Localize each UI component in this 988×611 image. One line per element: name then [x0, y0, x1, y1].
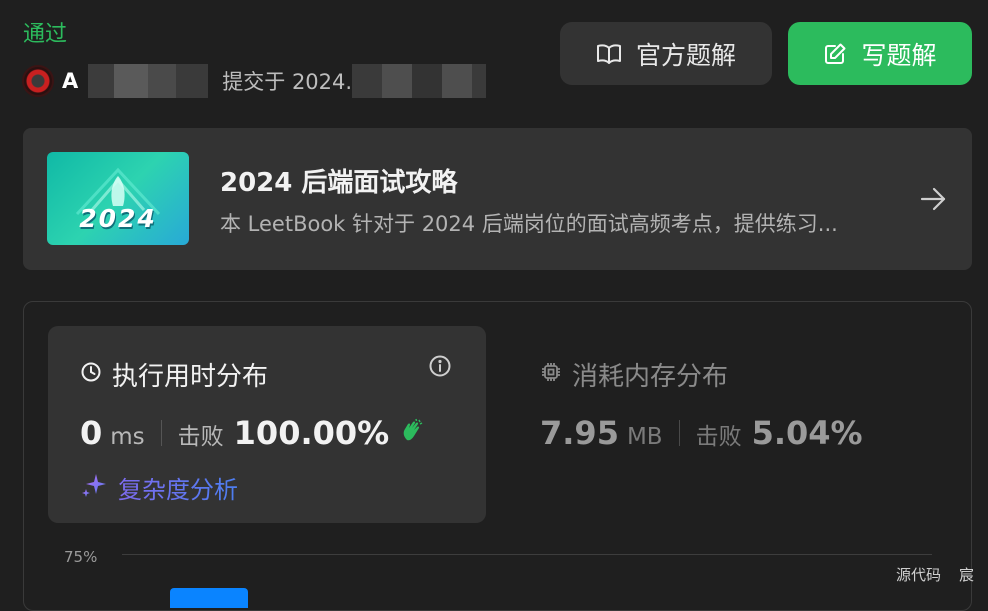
promo-thumbnail-year: 2024 [79, 204, 157, 233]
chart-bar[interactable] [170, 588, 248, 608]
tab-source-code[interactable]: 源代码 [896, 564, 941, 585]
runtime-value: 0 [80, 414, 103, 452]
chart-gridline [122, 554, 932, 555]
username-initial[interactable]: A [62, 69, 78, 93]
chip-icon [540, 360, 562, 390]
leetbook-promo-card[interactable]: 2024 2024 后端面试攻略 本 LeetBook 针对于 2024 后端岗… [23, 128, 972, 270]
memory-metric: 7.95 MB 击败 5.04% [540, 414, 863, 452]
memory-unit: MB [626, 424, 663, 450]
runtime-title-label: 执行用时分布 [112, 362, 269, 392]
promo-title: 2024 后端面试攻略 [220, 168, 458, 198]
edit-icon [823, 42, 847, 66]
divider [678, 420, 680, 446]
info-icon[interactable] [428, 354, 452, 382]
official-solution-button[interactable]: 官方题解 [560, 22, 772, 85]
redacted-timestamp [352, 64, 487, 98]
footer-tabs: 源代码 宸 [896, 564, 974, 585]
write-solution-label: 写题解 [861, 40, 937, 70]
runtime-beats-label: 击败 [177, 424, 224, 450]
submitted-at-label: 提交于 2024. [222, 70, 353, 94]
memory-block[interactable]: 消耗内存分布 7.95 MB 击败 5.04% [540, 326, 940, 523]
book-icon [596, 43, 622, 65]
performance-panel: 执行用时分布 0 ms 击败 100.00% 复杂度分析 消耗内存分布 7.95… [23, 301, 972, 611]
divider [160, 420, 162, 446]
runtime-beats-percent: 100.00% [233, 414, 390, 452]
memory-title-label: 消耗内存分布 [572, 362, 729, 392]
complexity-analysis-label: 复杂度分析 [118, 476, 238, 504]
memory-beats-label: 击败 [695, 424, 742, 450]
memory-title: 消耗内存分布 [540, 356, 728, 393]
submitter-row: A 提交于 2024. [22, 64, 487, 98]
runtime-card[interactable]: 执行用时分布 0 ms 击败 100.00% 复杂度分析 [48, 326, 486, 523]
redacted-username [88, 64, 209, 98]
chart-y-tick: 75% [64, 548, 98, 566]
clock-icon [80, 360, 102, 390]
official-solution-label: 官方题解 [635, 40, 736, 70]
promo-description: 本 LeetBook 针对于 2024 后端岗位的面试高频考点，提供练习... [220, 212, 838, 236]
complexity-analysis-link[interactable]: 复杂度分析 [80, 470, 238, 505]
promo-thumbnail: 2024 [47, 152, 189, 245]
write-solution-button[interactable]: 写题解 [788, 22, 972, 85]
arrow-right-icon[interactable] [918, 184, 948, 218]
runtime-unit: ms [110, 424, 145, 450]
sparkle-icon [80, 471, 108, 505]
tab-truncated[interactable]: 宸 [959, 564, 974, 585]
runtime-title: 执行用时分布 [80, 356, 268, 393]
memory-value: 7.95 [540, 414, 619, 452]
clap-icon [399, 418, 425, 448]
runtime-metric: 0 ms 击败 100.00% [80, 414, 425, 452]
memory-beats-percent: 5.04% [751, 414, 863, 452]
avatar[interactable] [22, 65, 54, 97]
submission-status: 通过 [23, 22, 68, 47]
